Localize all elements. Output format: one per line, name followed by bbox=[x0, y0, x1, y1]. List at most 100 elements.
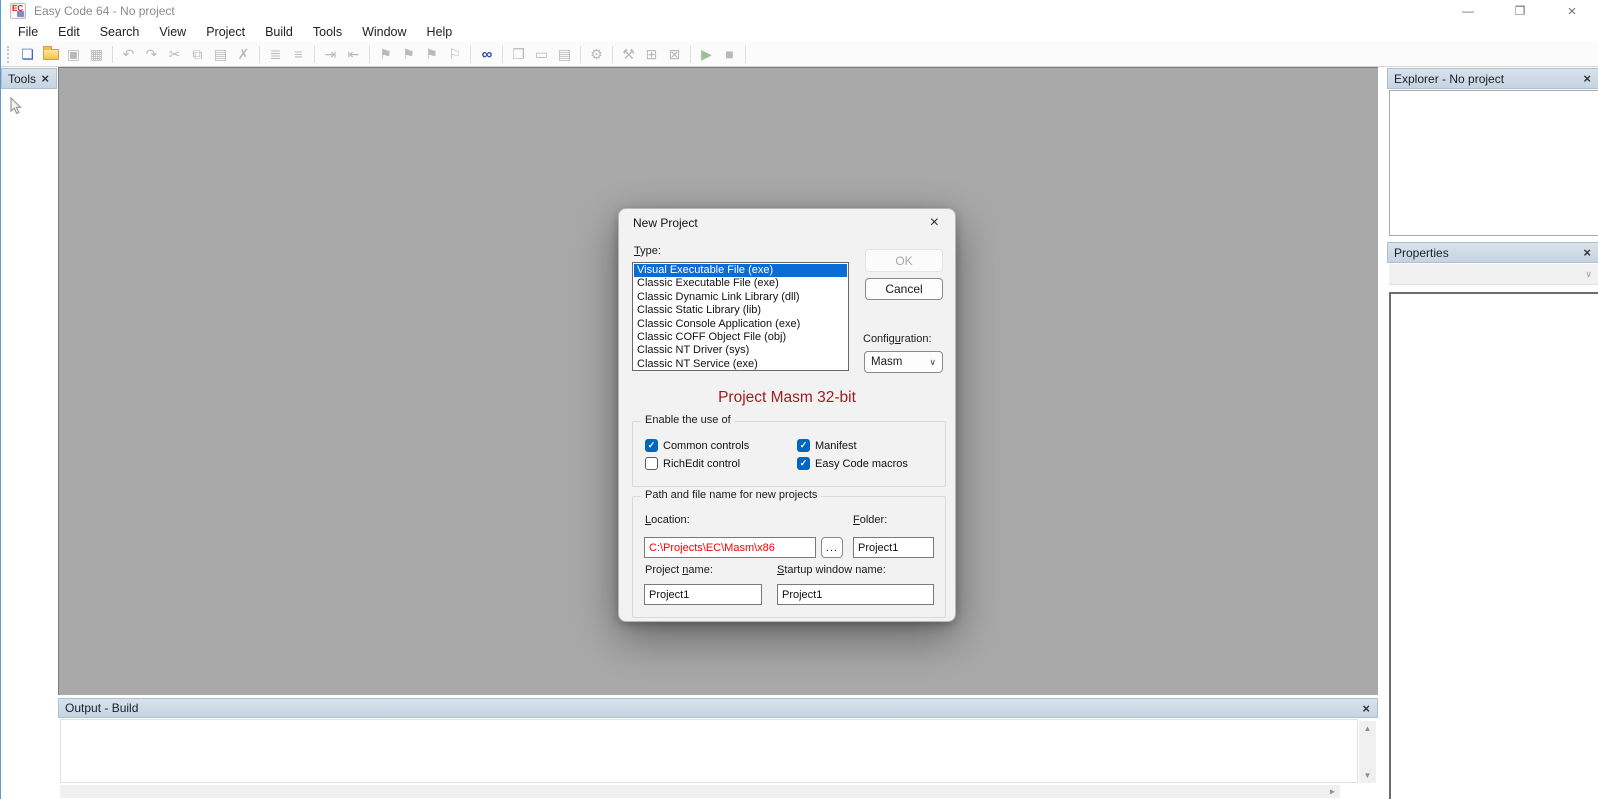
cut-icon[interactable]: ✂ bbox=[163, 44, 186, 65]
folder-label: Folder: bbox=[853, 514, 887, 526]
restore-button[interactable]: ❐ bbox=[1494, 0, 1546, 22]
menu-help[interactable]: Help bbox=[417, 23, 463, 41]
type-label: Type: bbox=[634, 245, 661, 257]
save-all-icon[interactable]: ▦ bbox=[85, 44, 108, 65]
common-controls-checkbox[interactable]: ✓ Common controls bbox=[645, 439, 749, 452]
menu-search[interactable]: Search bbox=[90, 23, 150, 41]
checkbox-checked-icon: ✓ bbox=[797, 439, 810, 452]
copy-icon[interactable]: ⧉ bbox=[186, 44, 209, 65]
bookmark-previous-icon[interactable]: ⚑ bbox=[420, 44, 443, 65]
undo-icon[interactable]: ↶ bbox=[117, 44, 140, 65]
menu-window[interactable]: Window bbox=[352, 23, 416, 41]
enable-group: Enable the use of ✓ Common controls Rich… bbox=[632, 421, 946, 487]
browse-button[interactable]: ... bbox=[821, 537, 843, 558]
new-project-dialog: New Project × Type: Visual Executable Fi… bbox=[618, 208, 956, 622]
bookmark-toggle-icon[interactable]: ⚑ bbox=[374, 44, 397, 65]
menu-edit[interactable]: Edit bbox=[48, 23, 90, 41]
paste-icon[interactable]: ▤ bbox=[209, 44, 232, 65]
build-icon[interactable]: ⚒ bbox=[617, 44, 640, 65]
uncomment-block-icon[interactable]: ≡ bbox=[287, 44, 310, 65]
right-panel-column: Explorer - No project × Properties × ∨ bbox=[1383, 67, 1598, 799]
assemble-icon[interactable]: ⊞ bbox=[640, 44, 663, 65]
list-item[interactable]: Classic NT Service (exe) bbox=[634, 358, 847, 371]
tools-close-icon[interactable]: × bbox=[40, 72, 50, 85]
folder-input[interactable] bbox=[853, 537, 934, 558]
project-name-input[interactable] bbox=[644, 584, 762, 605]
properties-panel-title: Properties bbox=[1394, 246, 1582, 260]
dialog-title: New Project bbox=[633, 216, 928, 230]
dialog-titlebar: New Project × bbox=[619, 209, 955, 236]
find-icon[interactable]: ∞ bbox=[475, 44, 498, 65]
list-item[interactable]: Visual Executable File (exe) bbox=[634, 264, 847, 277]
dialog-close-icon[interactable]: × bbox=[928, 214, 941, 232]
new-window-icon[interactable]: ▭ bbox=[530, 44, 553, 65]
chevron-down-icon: ∨ bbox=[1585, 269, 1592, 280]
location-input[interactable] bbox=[644, 537, 816, 558]
toolbar: ❏ ▣ ▦ ↶ ↷ ✂ ⧉ ▤ ✗ ≣ ≡ ⇥ ⇤ ⚑ ⚑ ⚑ ⚐ ∞ ❐ ▭ … bbox=[1, 42, 1598, 67]
menu-view[interactable]: View bbox=[149, 23, 196, 41]
richedit-control-checkbox[interactable]: RichEdit control bbox=[645, 457, 740, 470]
enable-group-title: Enable the use of bbox=[641, 414, 735, 426]
new-document-icon[interactable]: ▤ bbox=[553, 44, 576, 65]
output-log[interactable] bbox=[60, 719, 1358, 783]
bookmark-next-icon[interactable]: ⚑ bbox=[397, 44, 420, 65]
app-window: EC Easy Code 64 - No project — ❐ × File … bbox=[0, 0, 1598, 799]
link-icon[interactable]: ⊠ bbox=[663, 44, 686, 65]
path-group-title: Path and file name for new projects bbox=[641, 489, 821, 501]
minimize-button[interactable]: — bbox=[1442, 0, 1494, 22]
explorer-close-icon[interactable]: × bbox=[1582, 72, 1592, 85]
configuration-dropdown[interactable]: Masm ∨ bbox=[864, 351, 943, 373]
comment-block-icon[interactable]: ≣ bbox=[264, 44, 287, 65]
cancel-button[interactable]: Cancel bbox=[865, 278, 943, 300]
explorer-panel-title: Explorer - No project bbox=[1394, 72, 1582, 86]
redo-icon[interactable]: ↷ bbox=[140, 44, 163, 65]
output-panel-title: Output - Build bbox=[65, 701, 1361, 715]
outdent-icon[interactable]: ⇤ bbox=[342, 44, 365, 65]
path-group: Path and file name for new projects Loca… bbox=[632, 496, 946, 618]
menu-file[interactable]: File bbox=[8, 23, 48, 41]
explorer-tree[interactable] bbox=[1389, 90, 1598, 236]
close-button[interactable]: × bbox=[1546, 0, 1598, 22]
menu-tools[interactable]: Tools bbox=[303, 23, 352, 41]
properties-grid[interactable] bbox=[1389, 292, 1598, 799]
output-close-icon[interactable]: × bbox=[1361, 702, 1371, 715]
new-file-icon[interactable]: ❏ bbox=[16, 44, 39, 65]
ok-button[interactable]: OK bbox=[865, 249, 943, 272]
project-type-listbox: Visual Executable File (exe) Classic Exe… bbox=[632, 262, 849, 371]
output-horizontal-scrollbar[interactable]: ► bbox=[60, 785, 1340, 798]
list-item[interactable]: Classic NT Driver (sys) bbox=[634, 344, 847, 357]
project-name-label: Project name: bbox=[645, 564, 713, 576]
scroll-right-icon[interactable]: ► bbox=[1325, 785, 1340, 798]
output-vertical-scrollbar[interactable]: ▲ ▼ bbox=[1359, 721, 1376, 783]
scroll-up-icon[interactable]: ▲ bbox=[1359, 721, 1376, 736]
list-item[interactable]: Classic Console Application (exe) bbox=[634, 318, 847, 331]
properties-icon[interactable]: ⚙ bbox=[585, 44, 608, 65]
list-item[interactable]: Classic Static Library (lib) bbox=[634, 304, 847, 317]
easy-code-macros-checkbox[interactable]: ✓ Easy Code macros bbox=[797, 457, 908, 470]
window-title: Easy Code 64 - No project bbox=[34, 4, 175, 18]
indent-icon[interactable]: ⇥ bbox=[319, 44, 342, 65]
new-dialog-icon[interactable]: ❐ bbox=[507, 44, 530, 65]
menu-build[interactable]: Build bbox=[255, 23, 303, 41]
scroll-down-icon[interactable]: ▼ bbox=[1359, 768, 1376, 783]
properties-object-dropdown[interactable]: ∨ bbox=[1389, 264, 1598, 285]
run-icon[interactable]: ▶ bbox=[695, 44, 718, 65]
save-icon[interactable]: ▣ bbox=[62, 44, 85, 65]
list-item[interactable]: Classic Executable File (exe) bbox=[634, 277, 847, 290]
checkbox-checked-icon: ✓ bbox=[797, 457, 810, 470]
bookmark-clear-icon[interactable]: ⚐ bbox=[443, 44, 466, 65]
checkbox-checked-icon: ✓ bbox=[645, 439, 658, 452]
list-item[interactable]: Classic Dynamic Link Library (dll) bbox=[634, 291, 847, 304]
startup-window-name-input[interactable] bbox=[777, 584, 934, 605]
project-banner: Project Masm 32-bit bbox=[619, 389, 955, 407]
menubar: File Edit Search View Project Build Tool… bbox=[1, 22, 1598, 42]
stop-icon[interactable]: ■ bbox=[718, 44, 741, 65]
properties-close-icon[interactable]: × bbox=[1582, 246, 1592, 259]
cursor-tool-icon[interactable] bbox=[7, 97, 25, 115]
list-item[interactable]: Classic COFF Object File (obj) bbox=[634, 331, 847, 344]
menu-project[interactable]: Project bbox=[196, 23, 255, 41]
manifest-checkbox[interactable]: ✓ Manifest bbox=[797, 439, 857, 452]
delete-icon[interactable]: ✗ bbox=[232, 44, 255, 65]
open-project-icon[interactable] bbox=[39, 44, 62, 65]
toolbar-grip[interactable] bbox=[7, 46, 11, 63]
